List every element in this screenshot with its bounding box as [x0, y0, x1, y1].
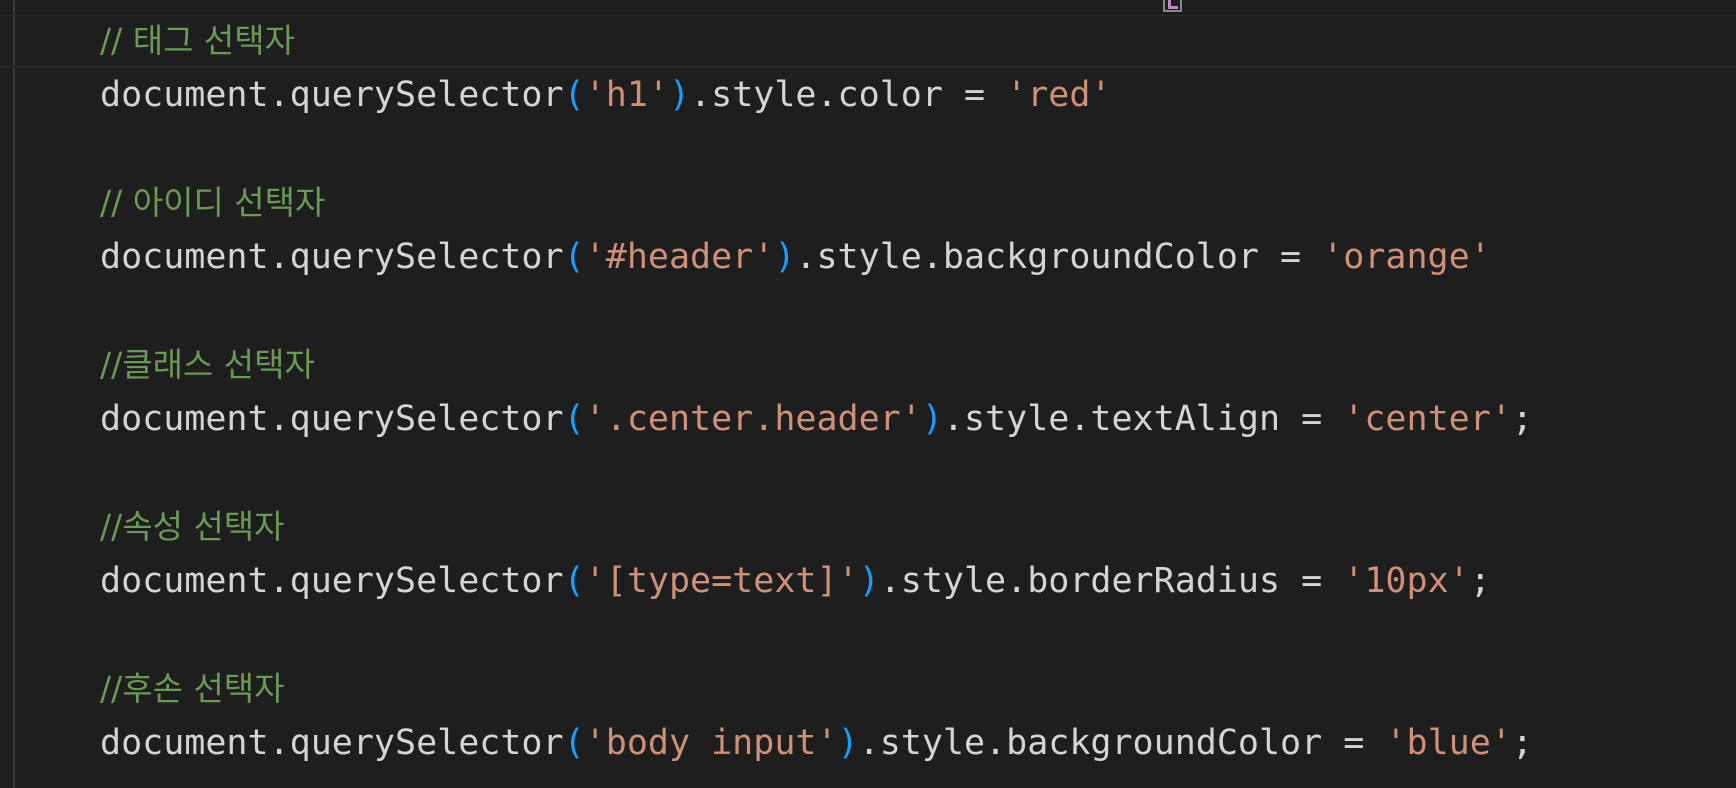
empty-line[interactable] — [100, 448, 1533, 502]
code-bracket: ( — [563, 561, 585, 601]
code-identifier: document.querySelector — [100, 561, 564, 601]
code-bracket: ( — [563, 75, 585, 115]
code-line[interactable]: document.querySelector('#header').style.… — [100, 232, 1533, 286]
code-property: .style.color = — [690, 75, 1007, 115]
code-bracket: ( — [563, 723, 585, 763]
code-line[interactable]: document.querySelector('.center.header')… — [100, 394, 1533, 448]
empty-line[interactable] — [100, 124, 1533, 178]
code-string: 'red' — [1006, 75, 1112, 115]
code-bracket: ( — [563, 237, 585, 277]
code-bracket: ) — [837, 723, 859, 763]
code-identifier: document.querySelector — [100, 723, 564, 763]
empty-line[interactable] — [100, 286, 1533, 340]
code-string: '10px' — [1343, 561, 1470, 601]
code-semicolon: ; — [1511, 723, 1533, 763]
code-property: .style.borderRadius = — [879, 561, 1344, 601]
code-string: '#header' — [584, 237, 775, 277]
code-identifier: document.querySelector — [100, 237, 564, 277]
code-bracket: ) — [858, 561, 880, 601]
code-comment[interactable]: // 태그 선택자 — [100, 16, 1533, 70]
code-identifier: document.querySelector — [100, 75, 564, 115]
indent-guide — [13, 0, 15, 788]
code-semicolon: ; — [1469, 561, 1491, 601]
code-line[interactable]: document.querySelector('[type=text]').st… — [100, 556, 1533, 610]
code-editor[interactable]: // 태그 선택자 document.querySelector('h1').s… — [0, 0, 1736, 788]
code-bracket: ) — [774, 237, 796, 277]
bracket-match-cursor — [1163, 0, 1182, 12]
code-comment[interactable]: // 아이디 선택자 — [100, 178, 1533, 232]
empty-line[interactable] — [100, 610, 1533, 664]
code-string: 'blue' — [1385, 723, 1512, 763]
code-comment[interactable]: //후손 선택자 — [100, 664, 1533, 718]
code-string: '[type=text]' — [584, 561, 859, 601]
code-bracket: ) — [921, 399, 943, 439]
code-property: .style.backgroundColor = — [795, 237, 1323, 277]
code-string: 'orange' — [1322, 237, 1491, 277]
code-string: 'h1' — [584, 75, 669, 115]
code-bracket: ) — [668, 75, 691, 115]
code-string: '.center.header' — [584, 399, 922, 439]
code-semicolon: ; — [1511, 399, 1533, 439]
code-string: 'body input' — [584, 723, 838, 763]
code-line[interactable]: document.querySelector('body input').sty… — [100, 718, 1533, 772]
code-identifier: document.querySelector — [100, 399, 564, 439]
code-comment[interactable]: //속성 선택자 — [100, 502, 1533, 556]
code-property: .style.backgroundColor = — [858, 723, 1386, 763]
code-property: .style.textAlign = — [942, 399, 1344, 439]
clipped-previous-line — [540, 0, 1240, 12]
code-line[interactable]: document.querySelector('h1').style.color… — [100, 70, 1533, 124]
code-bracket: ( — [563, 399, 585, 439]
code-comment[interactable]: //클래스 선택자 — [100, 340, 1533, 394]
code-lines[interactable]: // 태그 선택자 document.querySelector('h1').s… — [100, 16, 1533, 772]
code-string: 'center' — [1343, 399, 1512, 439]
